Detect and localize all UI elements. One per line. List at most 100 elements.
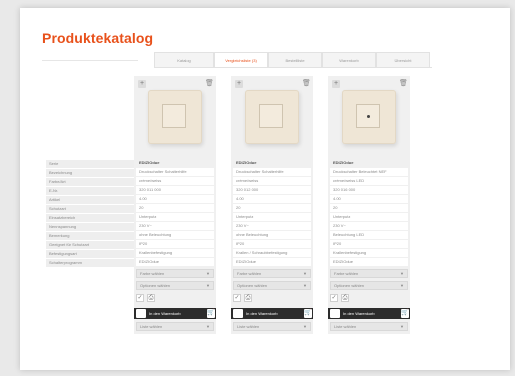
- chevron-down-icon: ▼: [206, 324, 210, 329]
- add-to-cart-label: In den Warenkorb: [343, 311, 375, 316]
- product-value: Unterputz: [136, 213, 214, 221]
- color-select-value: Farbe wählen: [140, 271, 165, 276]
- product-image[interactable]: [148, 90, 202, 144]
- switch-rocker: [162, 104, 186, 128]
- list-select[interactable]: Liste wählen ▼: [330, 322, 408, 331]
- list-select[interactable]: Liste wählen ▼: [136, 322, 214, 331]
- row-labels: Serie Bezeichnung Farbe/Art E-Nr. Artike…: [46, 160, 144, 268]
- tab-bestellliste[interactable]: Bestellliste: [268, 52, 322, 67]
- product-value: crème/weiss: [136, 177, 214, 185]
- options-select[interactable]: Optionen wählen ▼: [233, 281, 311, 290]
- product-value: 4.00: [233, 195, 311, 203]
- add-to-cart-bar[interactable]: In den Warenkorb 🛒: [328, 308, 410, 319]
- print-icon[interactable]: ⎙: [341, 294, 349, 302]
- product-value: IP20: [330, 240, 408, 248]
- product-value: 230 V~: [330, 222, 408, 230]
- row-label-serie: Serie: [46, 160, 144, 168]
- tab-katalog[interactable]: Katalog: [154, 52, 214, 67]
- product-value: 4.00: [136, 195, 214, 203]
- led-dot: [367, 115, 370, 118]
- product-image[interactable]: [342, 90, 396, 144]
- chevron-down-icon: ▼: [303, 271, 307, 276]
- print-icon[interactable]: ⎙: [244, 294, 252, 302]
- options-select[interactable]: Optionen wählen ▼: [136, 281, 214, 290]
- action-icons: ✓ ⎙: [136, 294, 214, 306]
- product-value: 230 V~: [136, 222, 214, 230]
- color-select[interactable]: Farbe wählen ▼: [136, 269, 214, 278]
- color-select[interactable]: Farbe wählen ▼: [330, 269, 408, 278]
- product-series: EDIZIOdue: [333, 160, 354, 165]
- product-value: ohne Beleuchtung: [136, 231, 214, 239]
- product-image-area: + 🗑: [134, 76, 216, 158]
- product-value: 20: [233, 204, 311, 212]
- product-value: EDIZIOdue: [136, 258, 214, 266]
- product-value: 20: [330, 204, 408, 212]
- tab-uebersicht[interactable]: Übersicht: [376, 52, 430, 67]
- row-label-befestigungsart: Befestigungsart: [46, 250, 144, 258]
- switch-rocker: [356, 104, 380, 128]
- product-values: EDIZIOdue Druckschalter Beleuchtet NEF c…: [328, 158, 410, 266]
- row-label-geeignet: Geeignet für Schutzart: [46, 241, 144, 249]
- product-value: EDIZIOdue: [233, 258, 311, 266]
- quantity-input[interactable]: [233, 309, 243, 318]
- chevron-down-icon: ▼: [400, 271, 404, 276]
- tab-vergleichsliste[interactable]: Vergleichsliste (3): [214, 52, 268, 67]
- list-select[interactable]: Liste wählen ▼: [233, 322, 311, 331]
- color-select-value: Farbe wählen: [334, 271, 359, 276]
- product-image[interactable]: [245, 90, 299, 144]
- row-label-schalterprogramm: Schalterprogramm: [46, 259, 144, 267]
- cart-icon[interactable]: 🛒: [304, 309, 312, 318]
- check-icon[interactable]: ✓: [233, 294, 241, 302]
- product-value: 320 011 000: [136, 186, 214, 194]
- plus-icon[interactable]: +: [235, 80, 243, 88]
- add-to-cart-bar[interactable]: In den Warenkorb 🛒: [134, 308, 216, 319]
- chevron-down-icon: ▼: [400, 324, 404, 329]
- switch-rocker: [259, 104, 283, 128]
- tabs-divider: [154, 67, 432, 68]
- product-column-3: + 🗑 EDIZIOdue Druckschalter Beleuchtet N…: [328, 76, 410, 334]
- trash-icon[interactable]: 🗑: [302, 80, 311, 88]
- product-values: EDIZIOdue Druckschalter Schalterhilfe cr…: [134, 158, 216, 266]
- product-value: 320 016 000: [330, 186, 408, 194]
- product-series: EDIZIOdue: [236, 160, 257, 165]
- row-label-bemerkung: Bemerkung: [46, 232, 144, 240]
- row-label-artikel: Artikel: [46, 196, 144, 204]
- options-select-value: Optionen wählen: [334, 283, 365, 288]
- check-icon[interactable]: ✓: [136, 294, 144, 302]
- print-icon[interactable]: ⎙: [147, 294, 155, 302]
- product-value: IP20: [136, 240, 214, 248]
- product-value: Druckschalter Schalterhilfe: [233, 168, 311, 176]
- row-label-farbe: Farbe/Art: [46, 178, 144, 186]
- plus-icon[interactable]: +: [138, 80, 146, 88]
- quantity-input[interactable]: [136, 309, 146, 318]
- product-value: ohne Beleuchtung: [233, 231, 311, 239]
- check-icon[interactable]: ✓: [330, 294, 338, 302]
- options-select-value: Optionen wählen: [140, 283, 171, 288]
- tab-warenkorb[interactable]: Warenkorb: [322, 52, 376, 67]
- quantity-input[interactable]: [330, 309, 340, 318]
- trash-icon[interactable]: 🗑: [205, 80, 214, 88]
- add-to-cart-label: In den Warenkorb: [246, 311, 278, 316]
- trash-icon[interactable]: 🗑: [399, 80, 408, 88]
- row-label-schutzart: Schutzart: [46, 205, 144, 213]
- plus-icon[interactable]: +: [332, 80, 340, 88]
- product-value: 20: [136, 204, 214, 212]
- product-value: IP20: [233, 240, 311, 248]
- cart-icon[interactable]: 🛒: [207, 309, 215, 318]
- tab-bar: Katalog Vergleichsliste (3) Bestellliste…: [154, 52, 430, 68]
- product-series: EDIZIOdue: [139, 160, 160, 165]
- add-to-cart-bar[interactable]: In den Warenkorb 🛒: [231, 308, 313, 319]
- product-value: 4.00: [330, 195, 408, 203]
- product-value: Krallen / Schraubbefestigung: [233, 249, 311, 257]
- color-select-value: Farbe wählen: [237, 271, 262, 276]
- color-select[interactable]: Farbe wählen ▼: [233, 269, 311, 278]
- product-value: Druckschalter Schalterhilfe: [136, 168, 214, 176]
- product-value: 230 V~: [233, 222, 311, 230]
- row-label-einsatzbereich: Einsatzbereich: [46, 214, 144, 222]
- chevron-down-icon: ▼: [206, 283, 210, 288]
- product-value: Krallenbefestigung: [330, 249, 408, 257]
- cart-icon[interactable]: 🛒: [401, 309, 409, 318]
- product-column-1: + 🗑 EDIZIOdue Druckschalter Schalterhilf…: [134, 76, 216, 334]
- options-select[interactable]: Optionen wählen ▼: [330, 281, 408, 290]
- options-select-value: Optionen wählen: [237, 283, 268, 288]
